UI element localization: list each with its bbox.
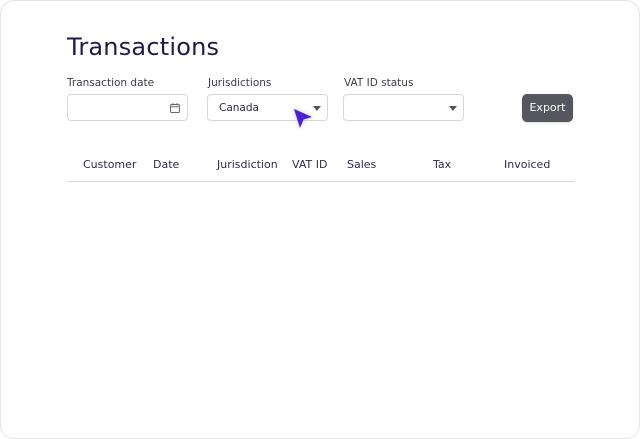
chevron-down-icon — [449, 106, 457, 111]
column-header-date[interactable]: Date — [153, 158, 179, 171]
transactions-card: Transactions Transaction date Jurisdicti… — [0, 0, 640, 439]
transaction-date-input[interactable] — [67, 94, 188, 121]
page-title: Transactions — [67, 33, 220, 61]
column-header-invoiced[interactable]: Invoiced — [504, 158, 550, 171]
jurisdictions-value: Canada — [219, 102, 259, 114]
column-header-tax[interactable]: Tax — [433, 158, 451, 171]
column-header-customer[interactable]: Customer — [83, 158, 136, 171]
export-button[interactable]: Export — [522, 94, 573, 122]
table-header: Customer Date Jurisdiction VAT ID Sales … — [67, 152, 574, 182]
vat-id-status-label: VAT ID status — [344, 77, 414, 89]
calendar-icon[interactable] — [170, 103, 180, 113]
column-header-vat-id[interactable]: VAT ID — [292, 158, 327, 171]
vat-id-status-select[interactable] — [343, 94, 464, 121]
cursor-icon — [294, 109, 312, 128]
column-header-jurisdiction[interactable]: Jurisdiction — [217, 158, 278, 171]
jurisdictions-label: Jurisdictions — [208, 77, 272, 89]
column-header-sales[interactable]: Sales — [347, 158, 376, 171]
transaction-date-label: Transaction date — [67, 77, 155, 89]
